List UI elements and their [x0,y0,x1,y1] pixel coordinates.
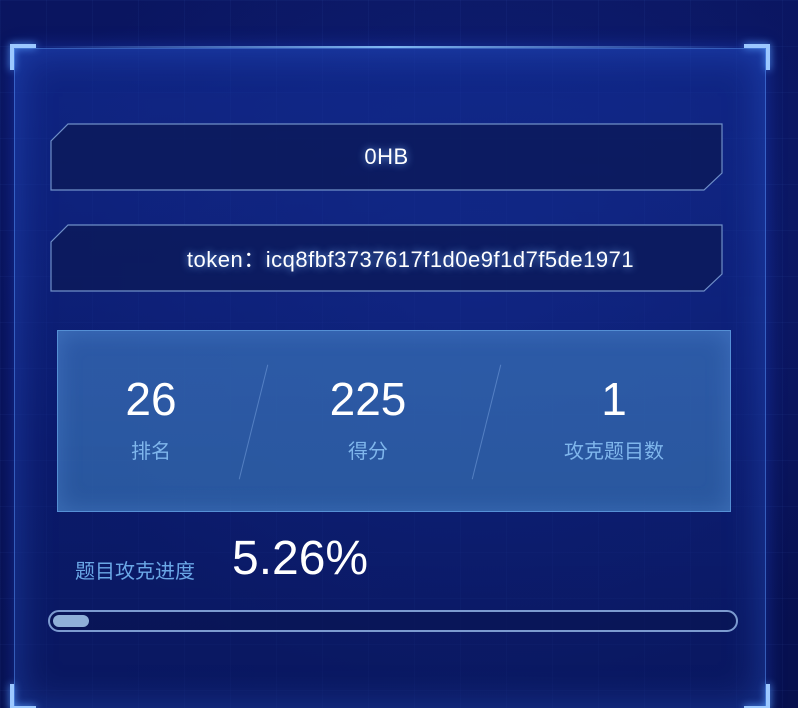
stat-score: 225 得分 [268,371,468,464]
progress-bar-fill [53,615,89,627]
team-name-box: 0HB [50,123,723,191]
solved-value: 1 [601,373,627,425]
stat-rank: 26 排名 [51,371,251,464]
panel-top-glow [40,46,740,48]
stat-divider [471,364,502,480]
background: 0HB token：icq8fbf3737617f1d0e9f1d7f5de19… [0,0,798,708]
stat-solved: 1 攻克题目数 [514,371,714,464]
progress-value: 5.26% [232,532,369,585]
stats-card: 26 排名 225 得分 1 攻克题目数 [57,330,731,512]
panel-corner-top-right [744,44,770,70]
panel-corner-bottom-left [10,684,36,708]
progress-label: 题目攻克进度 [75,561,195,583]
panel-corner-bottom-right [744,684,770,708]
team-name: 0HB [364,144,409,169]
solved-label: 攻克题目数 [564,441,664,463]
panel-corner-top-left [10,44,36,70]
rank-value: 26 [125,373,177,425]
token-text: token：icq8fbf3737617f1d0e9f1d7f5de1971 [186,247,635,272]
rank-label: 排名 [131,441,171,463]
token-box: token：icq8fbf3737617f1d0e9f1d7f5de1971 [50,224,723,292]
progress-bar [48,610,738,632]
score-label: 得分 [348,441,388,463]
score-value: 225 [329,373,407,425]
